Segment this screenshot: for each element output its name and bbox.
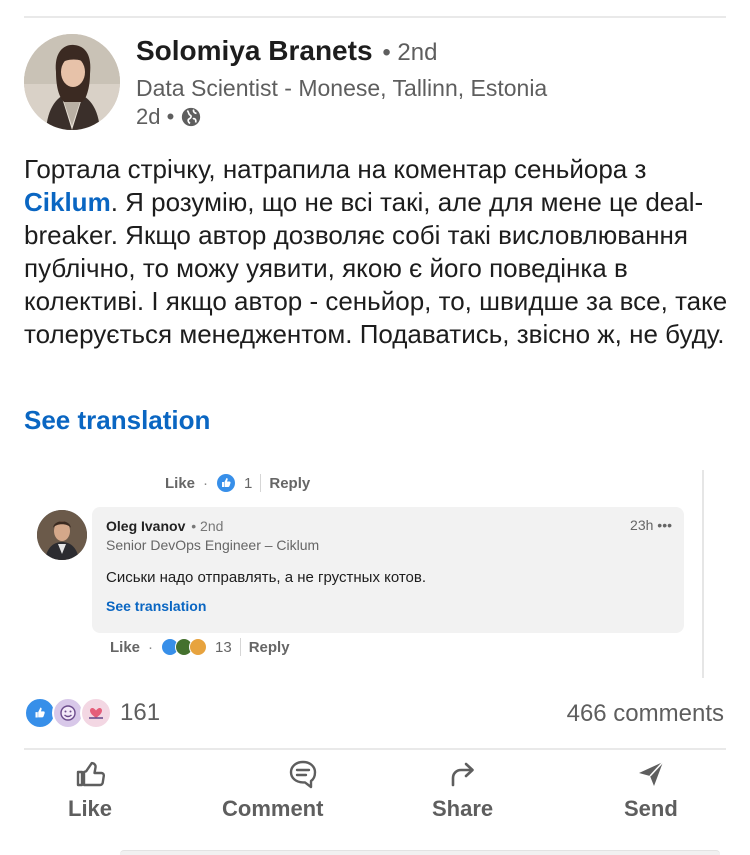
- comment-input-edge: [120, 850, 720, 855]
- comment-reactions: [161, 638, 208, 656]
- send-button[interactable]: Send: [624, 758, 678, 822]
- comment-button-label: Comment: [222, 796, 324, 821]
- prev-reaction-count: 1: [244, 474, 253, 492]
- comment-reply-label: Reply: [248, 638, 290, 656]
- comment-dot: ·: [148, 638, 154, 656]
- comment-button[interactable]: Comment: [222, 758, 323, 822]
- commenter-name: Oleg Ivanov • 2nd: [106, 518, 223, 534]
- comments-count-link[interactable]: 466 comments: [567, 700, 724, 728]
- comment-text: Сиськи надо отправлять, а не грустных ко…: [106, 569, 427, 586]
- author-name-text[interactable]: Solomiya Branets: [136, 35, 373, 66]
- post-time: 2d •: [136, 104, 175, 129]
- author-name[interactable]: Solomiya Branets • 2nd: [136, 35, 437, 67]
- post-text-part2: . Я розумію, що не всі такі, але для мен…: [24, 187, 728, 349]
- prev-separator: [260, 474, 262, 492]
- like-reaction-icon: [217, 474, 236, 492]
- commenter-headline: Senior DevOps Engineer – Ciklum: [106, 537, 320, 553]
- author-headline: Data Scientist - Monese, Tallinn, Estoni…: [136, 75, 548, 101]
- company-mention-link[interactable]: Ciklum: [24, 187, 111, 217]
- post-meta: 2d •: [136, 104, 202, 130]
- actions-divider: [24, 748, 726, 750]
- share-button[interactable]: Share: [432, 758, 493, 822]
- embed-right-border: [702, 470, 704, 678]
- author-avatar[interactable]: [24, 34, 120, 130]
- commenter-name-text: Oleg Ivanov: [106, 518, 186, 534]
- comment-time: 23h •••: [630, 517, 672, 533]
- thumbs-up-icon: [76, 761, 106, 787]
- comment-reaction-count: 13: [215, 638, 232, 656]
- comment-see-translation: See translation: [106, 598, 207, 614]
- comment-like-label: Like: [110, 638, 141, 656]
- post-text-part1: Гортала стрічку, натрапила на коментар с…: [24, 154, 647, 184]
- prev-reply-label: Reply: [269, 474, 311, 492]
- share-icon: [451, 762, 474, 787]
- comment-actions: Like · 13 Reply: [110, 638, 290, 656]
- reactions-summary[interactable]: 161: [24, 697, 160, 729]
- globe-icon: [182, 107, 201, 127]
- prev-like-label: Like: [165, 474, 196, 492]
- comment-icon: [289, 760, 316, 789]
- send-icon: [638, 761, 664, 786]
- comment-bubble: Oleg Ivanov • 2nd Senior DevOps Engineer…: [92, 507, 684, 633]
- commenter-avatar: [37, 510, 87, 560]
- reactions-count[interactable]: 161: [120, 699, 160, 727]
- see-translation-link[interactable]: See translation: [24, 405, 210, 436]
- insightful-reaction-icon: [189, 638, 208, 656]
- top-divider: [24, 16, 726, 18]
- connection-degree: • 2nd: [382, 39, 438, 66]
- comment-separator: [239, 638, 241, 656]
- commenter-degree: • 2nd: [191, 518, 224, 534]
- embedded-comment-screenshot[interactable]: Like · 1 Reply Oleg Ivanov • 2nd Senior …: [32, 470, 704, 678]
- share-button-label: Share: [432, 796, 494, 821]
- support-reaction-icon: [80, 697, 112, 729]
- prev-comment-actions: Like · 1 Reply: [165, 473, 310, 493]
- like-button[interactable]: Like: [68, 758, 112, 822]
- send-button-label: Send: [624, 796, 678, 821]
- post-action-bar: Like Comment Share Send: [0, 758, 750, 828]
- prev-dot: ·: [203, 474, 209, 492]
- post-text: Гортала стрічку, натрапила на коментар с…: [24, 153, 730, 351]
- like-button-label: Like: [68, 796, 113, 821]
